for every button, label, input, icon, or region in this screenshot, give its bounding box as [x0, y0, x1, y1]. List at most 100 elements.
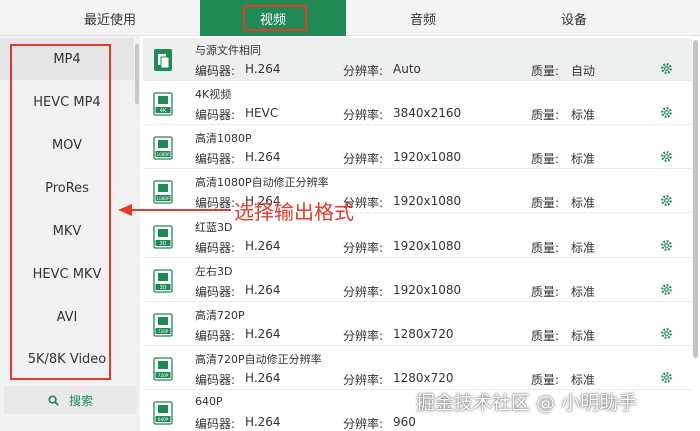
gear-icon[interactable]: [660, 371, 673, 384]
video-preset-icon: 1080P: [153, 180, 173, 204]
gear-icon[interactable]: [660, 327, 673, 340]
gear-icon[interactable]: [660, 239, 673, 252]
preset-icon-label: 720P: [158, 373, 169, 378]
preset-title: 红蓝3D: [195, 221, 233, 234]
preset-title: 高清1080P: [195, 132, 252, 145]
quality-label: 质量:: [531, 64, 560, 78]
resolution-value: 1920x1080: [393, 194, 462, 208]
tab-recent-label: 最近使用: [83, 12, 136, 28]
resolution-value: 1280x720: [393, 327, 454, 341]
encoder-value: H.264: [245, 150, 281, 164]
encoder-label: 编码器:: [195, 241, 236, 255]
quality-label: 质量:: [531, 241, 560, 255]
encoder-label: 编码器:: [195, 373, 236, 387]
preset-icon-label: 1080P: [156, 152, 170, 157]
preset-icon-label: 4K: [160, 108, 167, 114]
preset-title: 4K视频: [195, 88, 232, 101]
search-button[interactable]: 搜索: [4, 386, 137, 414]
tab-device-label: 设备: [560, 12, 587, 28]
tab-audio[interactable]: 音频: [346, 0, 500, 36]
preset-list-scrollbar[interactable]: [693, 40, 698, 358]
preset-row[interactable]: 1080P 高清1080P 编码器: H.264 分辨率: 1920x1080 质量: 标准: [143, 126, 692, 169]
quality-value: 自动: [571, 64, 596, 78]
resolution-value: 960: [393, 415, 416, 429]
preset-row[interactable]: 与源文件相同 编码器: H.264 分辨率: Auto 质量: 自动: [143, 38, 692, 81]
quality-value: 标准: [571, 241, 596, 255]
video-preset-icon: 1080P: [153, 136, 173, 160]
encoder-value: H.264: [245, 239, 281, 253]
resolution-value: 1920x1080: [393, 239, 462, 253]
tab-audio-label: 音频: [409, 12, 436, 28]
preset-title: 640P: [195, 395, 223, 408]
encoder-value: H.264: [245, 371, 281, 385]
quality-label: 质量:: [531, 108, 560, 122]
preset-row[interactable]: 720P 高清720P自动修正分辨率 编码器: H.264 分辨率: 1280x720 质量…: [143, 347, 692, 390]
encoder-value: HEVC: [245, 106, 279, 120]
quality-label: 质量:: [531, 152, 560, 166]
quality-label: 质量:: [531, 285, 560, 299]
quality-value: 标准: [571, 108, 596, 122]
preset-list: 与源文件相同 编码器: H.264 分辨率: Auto 质量: 自动 4K 4K视频 编码器: HE…: [143, 36, 700, 431]
gear-icon[interactable]: [660, 194, 673, 207]
preset-icon-label: 3D: [159, 241, 166, 247]
annotation-arrow: [118, 204, 231, 216]
resolution-label: 分辨率:: [343, 285, 384, 299]
video-preset-icon: 720P: [153, 357, 173, 381]
sidebar-highlight-box: [10, 44, 111, 380]
preset-row[interactable]: 3D 红蓝3D 编码器: H.264 分辨率: 1920x1080 质量: 标准: [143, 215, 692, 258]
gear-icon[interactable]: [660, 106, 673, 119]
search-icon: [48, 394, 59, 406]
preset-icon-label: 3D: [159, 285, 166, 291]
resolution-value: 1280x720: [393, 371, 454, 385]
preset-row[interactable]: 4K 4K视频 编码器: HEVC 分辨率: 3840x2160 质量: 标准: [143, 82, 692, 125]
preset-title: 高清720P自动修正分辨率: [195, 353, 322, 366]
encoder-label: 编码器:: [195, 108, 236, 122]
resolution-label: 分辨率:: [343, 108, 384, 122]
tab-device[interactable]: 设备: [500, 0, 648, 36]
encoder-label: 编码器:: [195, 417, 236, 431]
tab-video[interactable]: 视频: [200, 0, 346, 36]
preset-row[interactable]: 720P 高清720P 编码器: H.264 分辨率: 1280x720 质量: 标准: [143, 303, 692, 346]
preset-title: 高清720P: [195, 309, 245, 322]
encoder-label: 编码器:: [195, 285, 236, 299]
source-file-icon: [154, 49, 172, 71]
encoder-label: 编码器:: [195, 64, 236, 78]
preset-title: 高清1080P自动修正分辨率: [195, 176, 329, 189]
quality-label: 质量:: [531, 196, 560, 210]
quality-label: 质量:: [531, 329, 560, 343]
preset-icon-label: 640P: [158, 417, 169, 422]
video-preset-icon: 720P: [153, 313, 173, 337]
resolution-label: 分辨率:: [343, 417, 384, 431]
gear-icon[interactable]: [660, 150, 673, 163]
resolution-label: 分辨率:: [343, 64, 384, 78]
preset-title: 左右3D: [195, 265, 233, 278]
tab-recent[interactable]: 最近使用: [20, 0, 200, 36]
quality-value: 标准: [571, 329, 596, 343]
search-button-label: 搜索: [68, 393, 93, 408]
encoder-value: H.264: [245, 327, 281, 341]
video-preset-icon: 4K: [153, 92, 173, 116]
quality-label: 质量:: [531, 373, 560, 387]
resolution-value: 1920x1080: [393, 150, 462, 164]
sidebar-scrollbar[interactable]: [135, 44, 139, 104]
resolution-value: Auto: [393, 62, 421, 76]
video-preset-icon: 640P: [153, 401, 173, 425]
encoder-value: H.264: [245, 283, 281, 297]
preset-row[interactable]: 3D 左右3D 编码器: H.264 分辨率: 1920x1080 质量: 标准: [143, 259, 692, 302]
annotation-text: 选择输出格式: [234, 200, 354, 224]
watermark: 掘金技术社区 @ 小明助手: [416, 392, 638, 414]
resolution-label: 分辨率:: [343, 329, 384, 343]
format-tabs: 最近使用 视频 音频 设备: [0, 0, 700, 36]
encoder-value: H.264: [245, 62, 281, 76]
quality-value: 标准: [571, 285, 596, 299]
video-preset-icon: 3D: [153, 225, 173, 249]
preset-icon-label: 1080P: [156, 196, 170, 201]
video-tab-highlight-box: [243, 5, 307, 31]
encoder-value: H.264: [245, 415, 281, 429]
format-sidebar: MP4 HEVC MP4 MOV ProRes MKV HEVC MKV AVI…: [0, 36, 140, 431]
resolution-label: 分辨率:: [343, 241, 384, 255]
gear-icon[interactable]: [660, 62, 673, 75]
preset-icon-label: 720P: [158, 329, 169, 334]
gear-icon[interactable]: [660, 283, 673, 296]
resolution-label: 分辨率:: [343, 373, 384, 387]
